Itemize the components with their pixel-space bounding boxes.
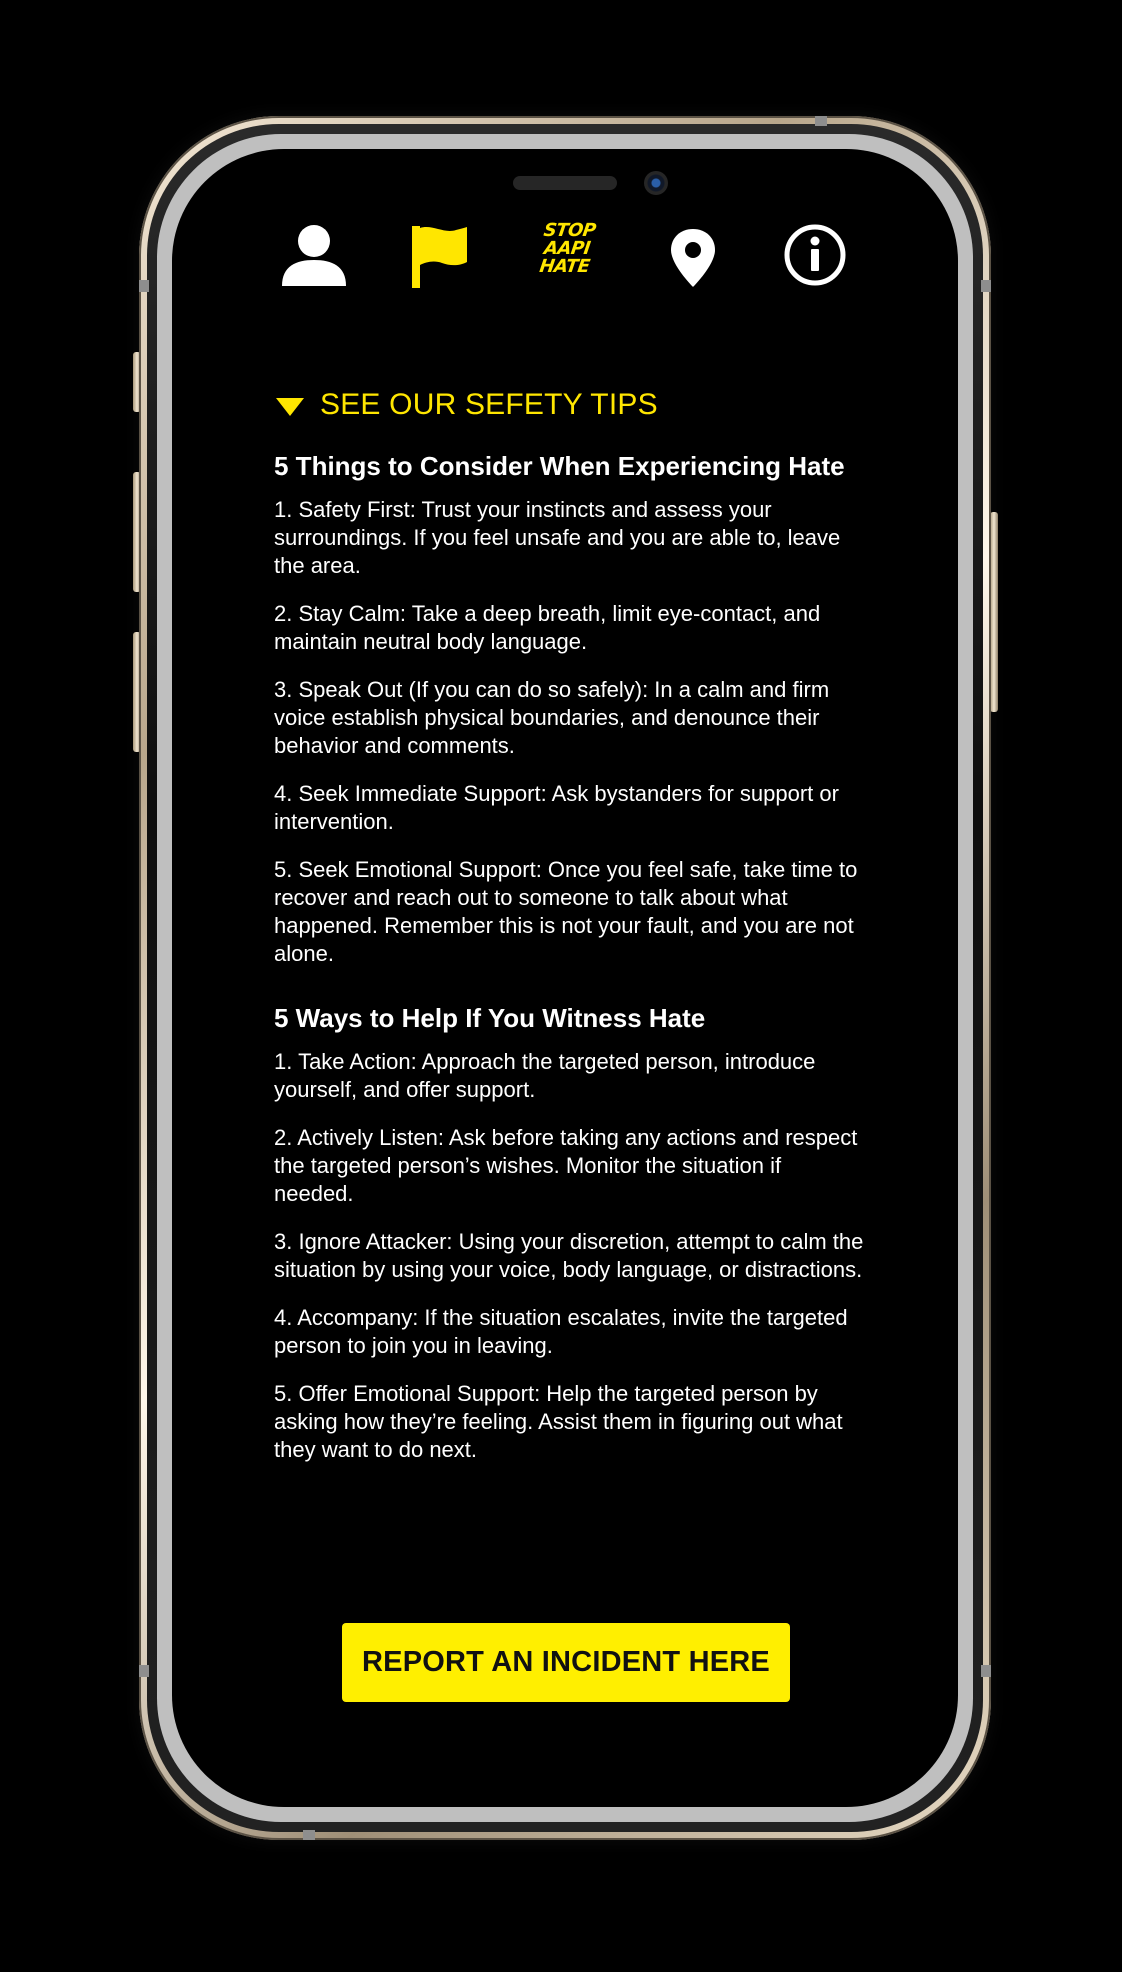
tip-item: 4. Seek Immediate Support: Ask bystander… <box>274 780 839 834</box>
tip-item: 5. Seek Emotional Support: Once you feel… <box>274 856 858 966</box>
antenna-line <box>981 280 991 292</box>
tip-item: 1. Safety First: Trust your instincts an… <box>274 496 841 578</box>
safety-tips-section: SEE OUR SEFETY TIPS 5 Things to Consider… <box>274 388 864 1484</box>
antenna-line <box>981 1665 991 1677</box>
caret-down-icon <box>276 398 304 416</box>
witness-hate-title: 5 Ways to Help If You Witness Hate <box>274 1002 706 1033</box>
experiencing-hate-title: 5 Things to Consider When Experiencing H… <box>274 451 845 481</box>
tip-item: 3. Speak Out (If you can do so safely): … <box>274 676 830 758</box>
power-button <box>990 512 998 712</box>
report-incident-button[interactable]: REPORT AN INCIDENT HERE <box>342 1623 790 1702</box>
safety-tips-toggle-label: SEE OUR SEFETY TIPS <box>320 388 658 421</box>
safety-tips-toggle[interactable]: SEE OUR SEFETY TIPS <box>276 388 864 422</box>
stop-aapi-hate-logo[interactable]: STOP AAPI HATE <box>537 220 597 277</box>
front-camera <box>644 171 668 195</box>
antenna-line <box>815 116 827 126</box>
antenna-line <box>139 1665 149 1677</box>
profile-icon[interactable] <box>280 224 348 288</box>
tip-item: 5. Offer Emotional Support: Help the tar… <box>274 1380 843 1462</box>
tip-item: 3. Ignore Attacker: Using your discretio… <box>274 1228 864 1282</box>
tip-item: 2. Stay Calm: Take a deep breath, limit … <box>274 600 821 654</box>
flag-icon[interactable] <box>410 224 470 290</box>
antenna-line <box>303 1830 315 1840</box>
map-pin-icon[interactable] <box>668 227 718 289</box>
tip-item: 1. Take Action: Approach the targeted pe… <box>274 1048 816 1102</box>
tip-item: 2. Actively Listen: Ask before taking an… <box>274 1124 858 1206</box>
tip-item: 4. Accompany: If the situation escalates… <box>274 1304 848 1358</box>
info-icon[interactable] <box>784 224 846 286</box>
earpiece-speaker <box>513 176 617 190</box>
logo-line-3: HATE <box>538 256 591 277</box>
antenna-line <box>139 280 149 292</box>
